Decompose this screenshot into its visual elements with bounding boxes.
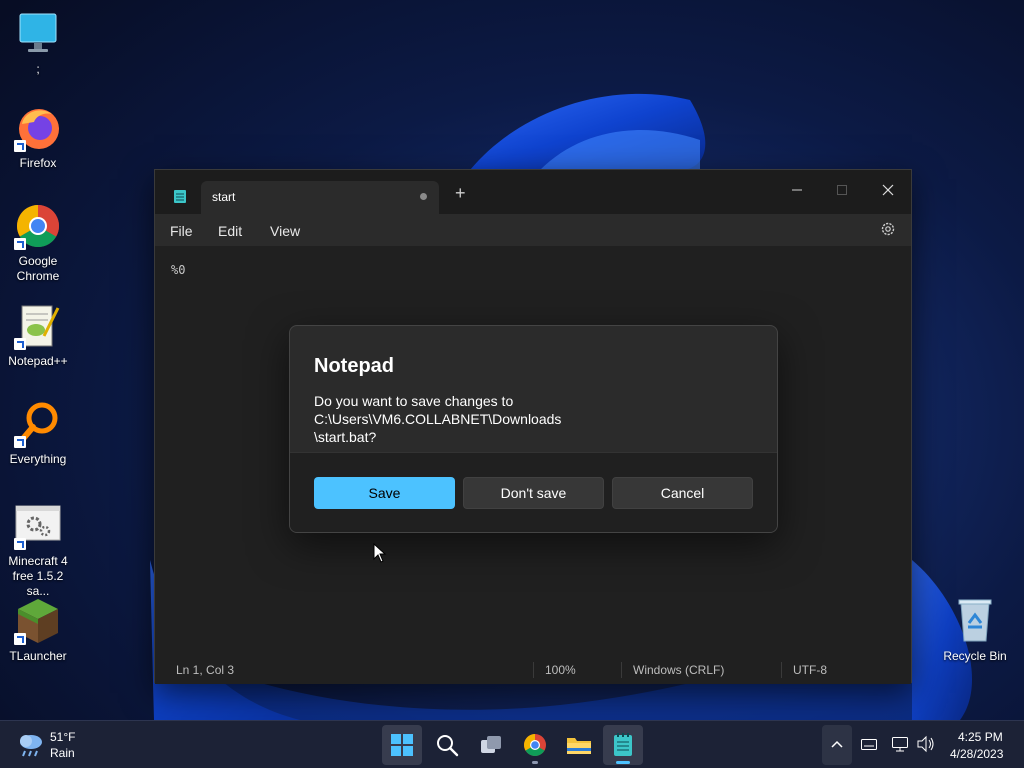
notepad-app-icon: [174, 190, 186, 203]
taskbar-file-explorer[interactable]: [559, 725, 599, 765]
dont-save-button[interactable]: Don't save: [463, 477, 604, 509]
taskbar: 51°F Rain 4:25 PM 4/28/2023: [0, 720, 1024, 768]
dialog-message-line-2: \start.bat?: [314, 429, 377, 445]
dialog-footer: Save Don't save Cancel: [290, 452, 777, 532]
keyboard-icon[interactable]: [860, 735, 878, 753]
clock-time[interactable]: 4:25 PM: [958, 730, 1003, 744]
title-bar[interactable]: start +: [155, 170, 911, 214]
windows-logo-icon: [391, 734, 413, 756]
desktop-icon-this-pc[interactable]: ;: [0, 10, 76, 77]
notepad-icon: [614, 733, 632, 756]
chevron-up-icon: [831, 740, 843, 748]
taskbar-notepad[interactable]: [603, 725, 643, 765]
mouse-pointer-icon: [373, 543, 387, 563]
search-icon: [437, 735, 459, 757]
status-bar: Ln 1, Col 3 100% Windows (CRLF) UTF-8: [155, 656, 911, 684]
desktop-icon-label: Google Chrome: [16, 254, 60, 283]
desktop-icon-chrome[interactable]: Google Chrome: [0, 202, 76, 284]
volume-icon[interactable]: [916, 735, 936, 753]
search-button[interactable]: [427, 725, 467, 765]
desktop-icon-label: Notepad++: [8, 354, 68, 368]
desktop-icon-label: Recycle Bin: [943, 649, 1007, 663]
unsaved-indicator-icon[interactable]: [420, 193, 427, 200]
weather-condition[interactable]: Rain: [50, 746, 75, 760]
new-tab-button[interactable]: +: [455, 184, 466, 202]
clock-date[interactable]: 4/28/2023: [950, 747, 1003, 761]
zoom-level: 100%: [545, 663, 576, 677]
task-view-icon: [481, 736, 501, 753]
start-button[interactable]: [382, 725, 422, 765]
desktop-icon-recycle-bin[interactable]: Recycle Bin: [937, 597, 1013, 664]
chrome-icon: [524, 734, 546, 756]
desktop-icon-label: Minecraft 4 free 1.5.2 sa...: [8, 554, 68, 598]
desktop-icon-minecraft[interactable]: Minecraft 4 free 1.5.2 sa...: [0, 502, 76, 599]
desktop-icon-firefox[interactable]: Firefox: [0, 104, 76, 171]
menu-file[interactable]: File: [170, 223, 193, 239]
close-icon: [882, 184, 894, 196]
editor-content[interactable]: %0: [171, 263, 185, 277]
task-view-button[interactable]: [471, 725, 511, 765]
desktop-icon-label: Everything: [9, 452, 67, 466]
menu-edit[interactable]: Edit: [218, 223, 242, 239]
recycle-bin-icon: [958, 599, 992, 642]
dialog-title: Notepad: [314, 355, 394, 377]
menu-view[interactable]: View: [270, 223, 300, 239]
line-ending: Windows (CRLF): [633, 663, 725, 677]
maximize-icon: [837, 185, 847, 195]
settings-gear-icon[interactable]: [879, 220, 897, 238]
menu-bar: File Edit View: [155, 214, 911, 246]
weather-temperature[interactable]: 51°F: [50, 730, 75, 744]
cancel-button[interactable]: Cancel: [612, 477, 753, 509]
close-button[interactable]: [865, 176, 909, 204]
tab-start[interactable]: start: [201, 181, 439, 214]
save-changes-dialog[interactable]: Notepad Do you want to save changes to C…: [289, 325, 778, 533]
save-button[interactable]: Save: [314, 477, 455, 509]
dialog-message: Do you want to save changes to C:\Users\…: [314, 392, 764, 446]
weather-rain-icon[interactable]: [16, 729, 46, 759]
network-icon[interactable]: [891, 735, 909, 753]
dialog-message-line-1: Do you want to save changes to C:\Users\…: [314, 393, 562, 427]
monitor-icon: [19, 13, 57, 52]
minimize-button[interactable]: [775, 176, 819, 204]
tab-title: start: [212, 190, 236, 204]
folder-icon: [567, 738, 591, 754]
taskbar-chrome[interactable]: [515, 725, 555, 765]
desktop-icon-tlauncher[interactable]: TLauncher: [0, 597, 76, 664]
encoding: UTF-8: [793, 663, 827, 677]
cursor-position: Ln 1, Col 3: [176, 663, 235, 677]
minimize-icon: [792, 189, 802, 191]
maximize-button[interactable]: [820, 176, 864, 204]
show-hidden-icons-button[interactable]: [822, 725, 852, 765]
desktop-icon-label: Firefox: [19, 156, 57, 170]
desktop-icon-label: TLauncher: [9, 649, 67, 663]
desktop-icon-everything[interactable]: Everything: [0, 400, 76, 467]
desktop-icon-notepadpp[interactable]: Notepad++: [0, 302, 76, 369]
desktop-icon-label: ;: [36, 62, 40, 76]
